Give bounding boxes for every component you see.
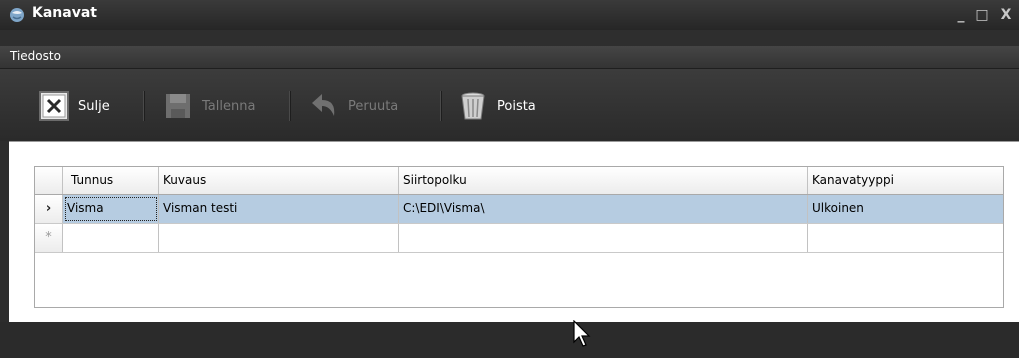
new-cell-kanavatyyppi[interactable] xyxy=(808,224,1003,252)
save-button[interactable]: Tallenna xyxy=(162,89,255,123)
toolbar-separator xyxy=(440,91,442,121)
title-bar[interactable]: Kanavat _ □ X xyxy=(0,0,1019,31)
mouse-cursor-icon xyxy=(573,320,591,347)
menu-bar: Tiedosto xyxy=(0,46,1019,69)
column-header-siirtopolku[interactable]: Siirtopolku xyxy=(399,167,808,194)
trash-bin-icon xyxy=(461,92,485,120)
cell-tunnus[interactable]: Visma xyxy=(63,195,159,223)
new-cell-tunnus[interactable] xyxy=(63,224,159,252)
new-cell-kuvaus[interactable] xyxy=(159,224,399,252)
table-row[interactable]: › Visma Visman testi C:\EDI\Visma\ Ulkoi… xyxy=(35,195,1003,224)
close-window-button[interactable]: X xyxy=(996,6,1016,24)
undo-button[interactable]: Peruuta xyxy=(308,89,398,123)
row-header-corner[interactable] xyxy=(35,167,63,194)
maximize-button[interactable]: □ xyxy=(973,6,991,24)
delete-button[interactable]: Poista xyxy=(457,89,536,123)
menu-tiedosto[interactable]: Tiedosto xyxy=(10,49,61,63)
status-area xyxy=(0,322,1019,358)
channels-grid: Tunnus Kuvaus Siirtopolku Kanavatyyppi ›… xyxy=(34,166,1004,308)
row-selected-indicator-icon: › xyxy=(45,201,52,216)
undo-arrow-icon xyxy=(312,94,335,116)
undo-button-label: Peruuta xyxy=(348,98,399,114)
column-header-tunnus[interactable]: Tunnus xyxy=(63,167,159,194)
close-box-icon xyxy=(39,91,69,121)
cell-kuvaus[interactable]: Visman testi xyxy=(159,195,399,223)
new-row-asterisk-icon: * xyxy=(45,230,52,245)
close-button-label: Sulje xyxy=(78,98,110,114)
toolbar: Sulje Tallenna Peruuta Poista xyxy=(0,69,1019,141)
new-row-selector[interactable]: * xyxy=(35,224,63,252)
minimize-button[interactable]: _ xyxy=(952,6,970,24)
toolbar-separator xyxy=(289,91,291,121)
cell-siirtopolku[interactable]: C:\EDI\Visma\ xyxy=(399,195,808,223)
new-cell-siirtopolku[interactable] xyxy=(399,224,808,252)
globe-icon xyxy=(10,8,24,22)
row-selector[interactable]: › xyxy=(35,195,63,223)
grid-header-row: Tunnus Kuvaus Siirtopolku Kanavatyyppi xyxy=(35,167,1003,195)
column-header-kanavatyyppi[interactable]: Kanavatyyppi xyxy=(808,167,1003,194)
save-disk-icon xyxy=(166,94,190,118)
delete-button-label: Poista xyxy=(497,98,536,114)
kanavat-window: Kanavat _ □ X Tiedosto Sulje Tallenna Pe… xyxy=(0,0,1019,358)
new-row[interactable]: * xyxy=(35,224,1003,253)
save-button-label: Tallenna xyxy=(202,98,256,114)
content-panel: Tunnus Kuvaus Siirtopolku Kanavatyyppi ›… xyxy=(9,141,1019,323)
toolbar-separator xyxy=(143,91,145,121)
close-button[interactable]: Sulje xyxy=(38,89,110,123)
column-header-kuvaus[interactable]: Kuvaus xyxy=(159,167,399,194)
window-title: Kanavat xyxy=(32,5,97,21)
title-gap xyxy=(0,30,1019,46)
cell-kanavatyyppi[interactable]: Ulkoinen xyxy=(808,195,1003,223)
